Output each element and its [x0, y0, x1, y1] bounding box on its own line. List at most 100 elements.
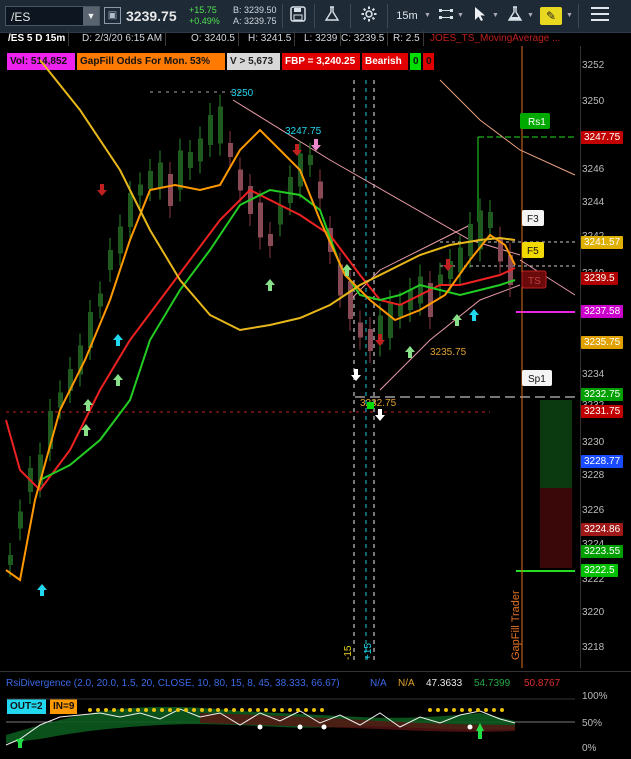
candle-body — [318, 181, 323, 199]
oscillator-dot — [200, 708, 204, 712]
price-chart[interactable]: 3250 3247.75 3235.75 3232.75 Rs1 F3 F5 T… — [0, 46, 580, 668]
ma-yellow — [39, 59, 516, 332]
candle-body — [288, 177, 293, 203]
svg-text:F5: F5 — [527, 246, 539, 257]
cursor-icon[interactable] — [470, 6, 490, 26]
arrow-up-icon — [37, 584, 47, 596]
oscillator-axis-label: 0% — [582, 743, 597, 754]
symbol-selector[interactable]: /ES ▼ — [5, 6, 100, 26]
chevron-down-icon[interactable]: ▼ — [424, 12, 431, 19]
oscillator-dot — [216, 708, 220, 712]
bar-date: D: 2/3/20 6:15 AM — [79, 31, 167, 46]
change-percent: +0.49% — [189, 16, 220, 26]
trend-line-pink — [232, 99, 521, 256]
candle-body — [18, 511, 23, 529]
chevron-down-icon[interactable]: ▼ — [566, 12, 573, 19]
study-name[interactable]: JOES_TS_MovingAverage ... — [427, 31, 563, 46]
symbol-text: /ES — [11, 10, 31, 24]
candle-body — [308, 155, 313, 165]
candle-body — [258, 202, 263, 238]
oscillator-dot — [136, 708, 140, 712]
chart-id: /ES 5 D 15m — [5, 31, 70, 46]
oscillator-dot — [500, 708, 504, 712]
flask-icon[interactable] — [322, 6, 342, 26]
indicator-name[interactable]: RsiDivergence (2.0, 20.0, 1.5, 20, CLOSE… — [6, 676, 340, 692]
price-tick-label: 3246 — [582, 164, 605, 175]
indicator-na-b: N/A — [398, 678, 415, 689]
bar-high: H: 3241.5 — [245, 31, 296, 46]
arrow-up-icon — [113, 374, 123, 386]
ts-flag: TS — [521, 270, 547, 289]
bar-low: L: 3239 — [301, 31, 342, 46]
candle-body — [218, 106, 223, 144]
candle-body — [98, 293, 103, 307]
oscillator-dot — [492, 708, 496, 712]
oscillator-dot — [208, 708, 212, 712]
candle-body — [8, 555, 13, 565]
hamburger-menu-icon[interactable] — [588, 6, 612, 26]
oscillator-dot — [176, 708, 180, 712]
oscillator-dot — [467, 724, 473, 730]
highlighter-icon[interactable]: ✎ — [540, 7, 562, 25]
candle-body — [388, 302, 393, 338]
oscillator-dot — [444, 708, 448, 712]
bar-close: C: 3239.5 — [338, 31, 389, 46]
candle-body — [348, 281, 353, 319]
svg-text:Rs1: Rs1 — [528, 117, 546, 128]
chevron-down-icon[interactable]: ▼ — [492, 12, 499, 19]
arrow-down-icon — [351, 369, 361, 381]
minus15-label: -15 — [343, 645, 354, 660]
candle-body — [278, 205, 283, 225]
oscillator-dot — [184, 708, 188, 712]
svg-text:Sp1: Sp1 — [528, 374, 546, 385]
arrow-down-icon — [97, 184, 107, 196]
svg-text:F3: F3 — [527, 214, 539, 225]
high-label: 3250 — [231, 88, 254, 99]
candle-body — [468, 224, 473, 256]
flask-icon[interactable] — [505, 6, 525, 26]
oscillator-dot — [256, 708, 260, 712]
oscillator-dot — [257, 724, 263, 730]
candle-body — [238, 169, 243, 191]
oscillator-dot — [144, 708, 148, 712]
oscillator-dot — [436, 708, 440, 712]
oscillator-dot — [484, 708, 488, 712]
svg-text:TS: TS — [528, 276, 541, 287]
oscillator-dot — [272, 708, 276, 712]
oscillator-dot — [476, 708, 480, 712]
oscillator-dot — [248, 708, 252, 712]
oscillator-dot — [468, 708, 472, 712]
chevron-down-icon[interactable]: ▼ — [457, 12, 464, 19]
oscillator-dot — [104, 708, 108, 712]
drawing-tools-icon[interactable] — [436, 6, 456, 26]
oscillator-dot — [168, 708, 172, 712]
link-icon[interactable]: ▣ — [104, 7, 121, 24]
chevron-down-icon[interactable]: ▼ — [83, 7, 99, 25]
trend-line-orange — [439, 79, 576, 176]
candle-body — [128, 193, 133, 227]
pane-divider — [0, 671, 631, 672]
arrow-down-icon — [375, 409, 385, 421]
oscillator-dot — [264, 708, 268, 712]
candle-body — [368, 329, 373, 351]
oscillator-dot — [224, 708, 228, 712]
candle-body — [228, 143, 233, 157]
save-icon[interactable] — [288, 6, 308, 26]
chevron-down-icon[interactable]: ▼ — [527, 12, 534, 19]
oscillator-dot — [288, 708, 292, 712]
timeframe-selector[interactable]: 15m — [393, 6, 421, 26]
arrow-down-icon — [375, 334, 385, 346]
separator — [314, 4, 315, 28]
indicator-value-2: 54.7399 — [474, 678, 511, 689]
plus15-label: +15 — [363, 643, 374, 660]
gear-icon[interactable] — [359, 6, 379, 26]
ask-price: A: 3239.75 — [233, 16, 277, 26]
oscillator-dot — [297, 724, 303, 730]
price-tick-label: 3228 — [582, 470, 605, 481]
price-tick-label: 3230 — [582, 437, 605, 448]
low-label: 3232.75 — [360, 398, 397, 409]
oscillator-dot — [312, 708, 316, 712]
candle-body — [458, 247, 463, 273]
oscillator-chart[interactable] — [0, 695, 580, 757]
candlestick-series — [8, 94, 513, 577]
